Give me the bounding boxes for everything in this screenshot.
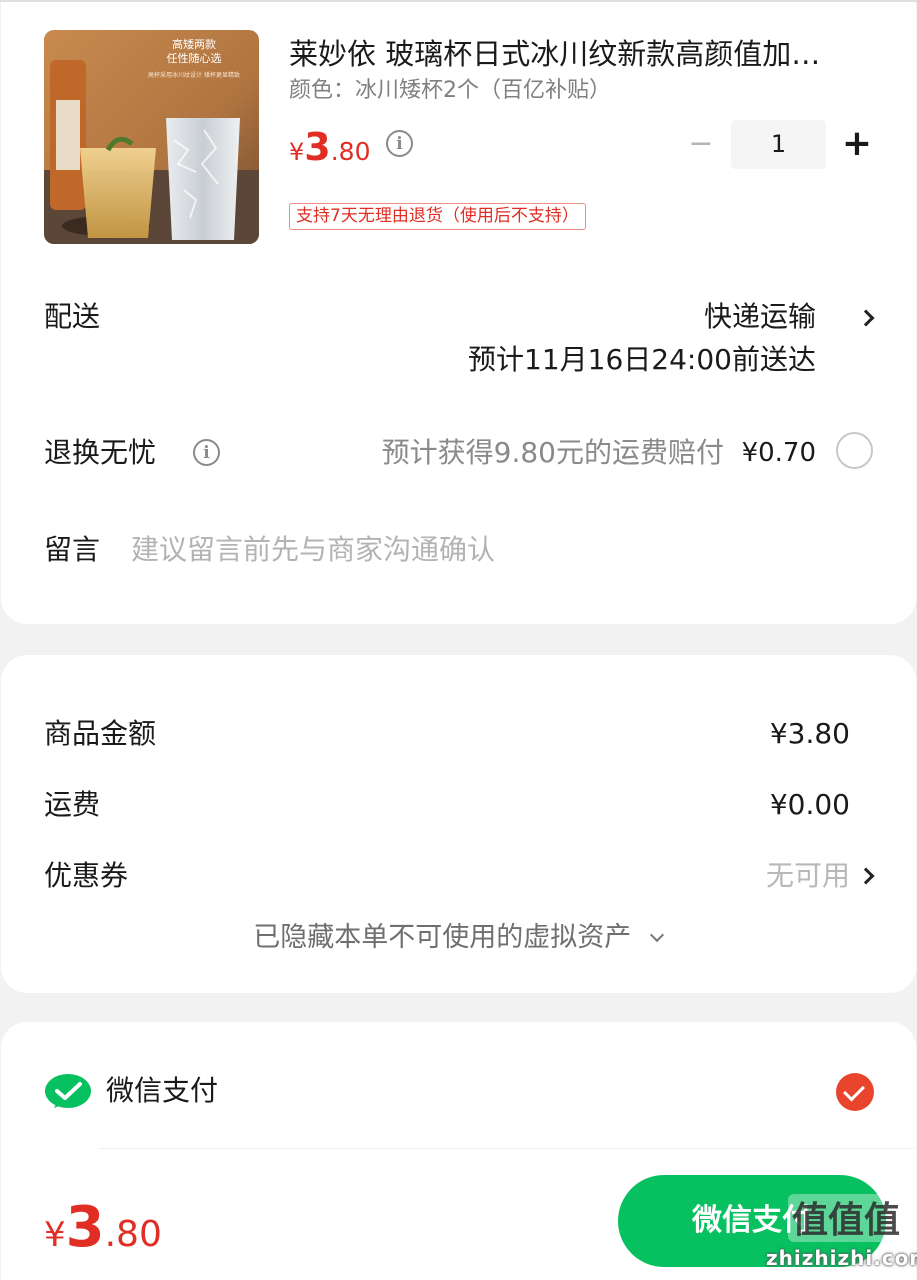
- return-insurance-label: 退换无忧: [44, 436, 157, 469]
- image-caption-1: 高矮两款: [172, 37, 216, 51]
- product-image: 高矮两款 任性随心选 高杯采用冰川纹设计 矮杯更显精致: [44, 30, 259, 244]
- return-insurance-info-icon[interactable]: i: [193, 439, 220, 466]
- watermark-text: 值值值: [792, 1200, 900, 1241]
- divider: [100, 1148, 915, 1149]
- delivery-method[interactable]: 快递运输: [704, 297, 816, 337]
- watermark-url: zhizhizhi.com: [766, 1246, 917, 1270]
- quantity-input[interactable]: 1: [731, 120, 826, 169]
- goods-amount-value: ¥3.80: [769, 717, 850, 750]
- price-decimal: .80: [330, 137, 371, 166]
- shipping-fee-value: ¥0.00: [769, 788, 850, 821]
- price-info-icon[interactable]: i: [386, 130, 413, 157]
- return-policy-tag: 支持7天无理由退货（使用后不支持）: [289, 203, 586, 230]
- watermark-logo: 值值值: [788, 1194, 904, 1242]
- goods-amount-label: 商品金额: [44, 717, 157, 750]
- shipping-fee-label: 运费: [44, 788, 101, 821]
- message-input[interactable]: 建议留言前先与商家沟通确认: [131, 530, 495, 570]
- product-spec[interactable]: 颜色：冰川矮杯2个（百亿补贴）: [289, 76, 611, 106]
- price-integer: 3: [304, 125, 331, 169]
- total-decimal: .80: [104, 1214, 162, 1255]
- delivery-label: 配送: [44, 300, 101, 333]
- image-caption-3: 高杯采用冰川纹设计 矮杯更显精致: [148, 71, 240, 79]
- product-thumbnail[interactable]: 高矮两款 任性随心选 高杯采用冰川纹设计 矮杯更显精致: [44, 30, 259, 244]
- hidden-assets-text: 已隐藏本单不可使用的虚拟资产: [253, 922, 632, 953]
- product-title[interactable]: 莱妙依 玻璃杯日式冰川纹新款高颜值加…: [289, 34, 869, 74]
- coupon-value[interactable]: 无可用: [766, 856, 850, 896]
- return-insurance-radio[interactable]: [836, 432, 873, 469]
- total-symbol: ¥: [44, 1215, 66, 1255]
- quantity-increase-button[interactable]: +: [840, 123, 874, 165]
- payment-method-label[interactable]: 微信支付: [106, 1071, 218, 1111]
- hidden-assets-toggle[interactable]: 已隐藏本单不可使用的虚拟资产: [0, 918, 915, 958]
- payment-selected-check-icon[interactable]: [836, 1073, 874, 1111]
- return-insurance-price: ¥0.70: [741, 438, 816, 468]
- total-price: ¥3.80: [44, 1196, 162, 1273]
- price-symbol: ¥: [289, 138, 305, 166]
- return-insurance-desc: 预计获得9.80元的运费赔付: [381, 436, 724, 469]
- product-price: ¥3.80: [289, 125, 371, 177]
- coupon-label: 优惠券: [44, 859, 129, 892]
- quantity-decrease-button[interactable]: −: [688, 129, 714, 159]
- chevron-down-icon: [649, 927, 664, 943]
- total-integer: 3: [65, 1195, 105, 1260]
- image-caption-2: 任性随心选: [167, 51, 222, 65]
- wechat-pay-icon: [45, 1074, 91, 1108]
- delivery-estimate: 预计11月16日24:00前送达: [468, 343, 816, 376]
- message-label: 留言: [44, 533, 101, 566]
